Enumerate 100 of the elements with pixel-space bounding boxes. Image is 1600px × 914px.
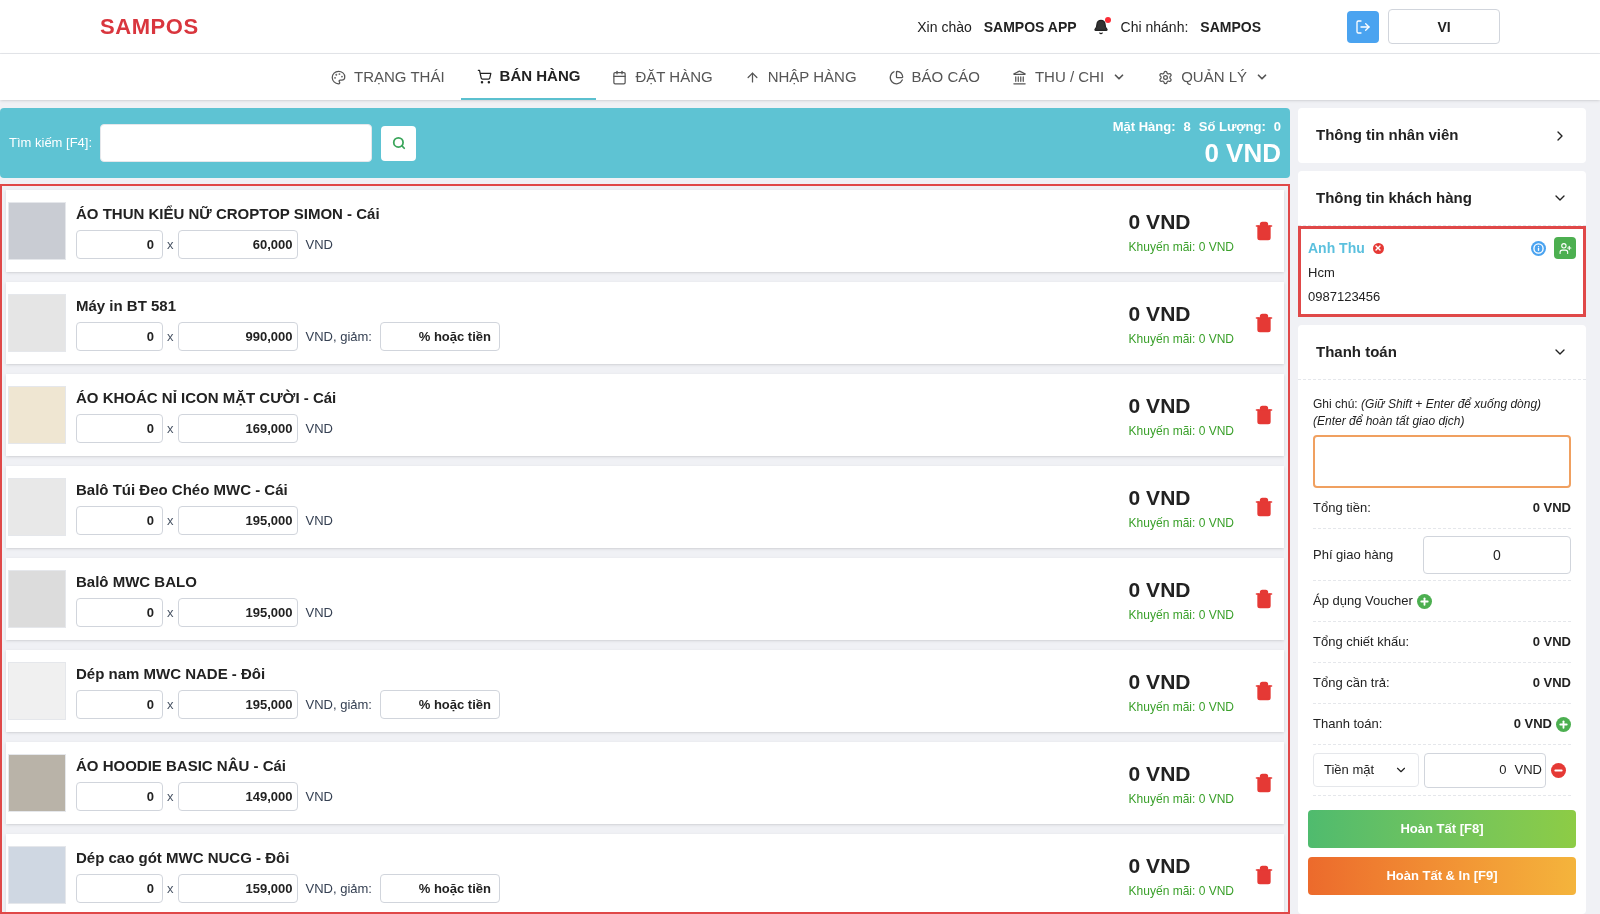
currency-label: VND, giảm: — [305, 328, 372, 346]
quantity-field[interactable]: 0 — [76, 414, 163, 444]
bank-icon — [1011, 69, 1027, 85]
customer-panel-header[interactable]: Thông tin khách hàng — [1298, 171, 1586, 226]
times-sign: x — [167, 328, 174, 346]
price-field[interactable]: 990,000 — [177, 322, 298, 352]
cart-total: 0 VND — [1204, 136, 1281, 169]
remove-icon[interactable] — [1551, 762, 1566, 778]
add-icon[interactable] — [1556, 716, 1571, 732]
promotion-text: Khuyến mãi: 0 VND — [1128, 606, 1234, 624]
currency-label: VND — [305, 512, 333, 530]
nav-tab[interactable]: BÁN HÀNG — [460, 54, 597, 100]
currency-label: VND, giảm: — [305, 696, 372, 714]
items-label: Mặt Hàng: — [1112, 118, 1176, 136]
payment-amount-field[interactable]: 0 VND — [1424, 752, 1546, 788]
app-logo[interactable]: SAMPOS — [100, 10, 199, 43]
quantity-field[interactable]: 0 — [76, 506, 163, 536]
delete-icon[interactable] — [1254, 221, 1274, 241]
discount-field[interactable]: % hoặc tiền — [379, 322, 500, 352]
delete-icon[interactable] — [1254, 405, 1274, 425]
item-total: 0 VND — [1128, 761, 1191, 788]
quantity-field[interactable]: 0 — [76, 322, 163, 352]
times-sign: x — [167, 236, 174, 254]
search-field[interactable] — [100, 124, 373, 162]
delete-icon[interactable] — [1254, 681, 1274, 701]
info-icon[interactable] — [1531, 240, 1546, 256]
remove-icon[interactable] — [1372, 242, 1384, 254]
price-field[interactable]: 60,000 — [177, 230, 298, 260]
currency-label: VND — [305, 236, 333, 254]
price-field[interactable]: 195,000 — [177, 506, 298, 536]
quantity-field[interactable]: 0 — [76, 598, 163, 628]
promotion-text: Khuyến mãi: 0 VND — [1128, 330, 1234, 348]
nav-tab[interactable]: BÁO CÁO — [872, 54, 996, 100]
language-button[interactable]: VI — [1388, 9, 1500, 44]
payment-panel-header[interactable]: Thanh toán — [1298, 325, 1586, 380]
quantity-count: 0 — [1273, 118, 1281, 136]
currency-label: VND — [305, 788, 333, 806]
times-sign: x — [167, 696, 174, 714]
summary-label: Tổng chiết khấu: — [1313, 633, 1410, 652]
quantity-label: Số Lượng: — [1198, 118, 1266, 136]
nav-tab[interactable]: NHẬP HÀNG — [728, 54, 873, 100]
delete-icon[interactable] — [1254, 589, 1274, 609]
nav-tab[interactable]: TRẠNG THÁI — [315, 54, 461, 100]
delete-icon[interactable] — [1254, 773, 1274, 793]
user-name: SAMPOS APP — [983, 17, 1077, 37]
staff-panel-header[interactable]: Thông tin nhân viên — [1298, 108, 1586, 163]
logout-button[interactable] — [1347, 10, 1379, 43]
product-name: Dép cao gót MWC NUCG - Đôi — [76, 847, 291, 868]
item-total: 0 VND — [1128, 301, 1191, 328]
quantity-field[interactable]: 0 — [76, 230, 163, 260]
price-field[interactable]: 195,000 — [177, 598, 298, 628]
nav-tab[interactable]: THU / CHI — [995, 54, 1143, 100]
promotion-text: Khuyến mãi: 0 VND — [1128, 238, 1234, 256]
note-field[interactable] — [1313, 435, 1571, 488]
promotion-text: Khuyến mãi: 0 VND — [1128, 698, 1234, 716]
item-total: 0 VND — [1128, 209, 1191, 236]
summary-value: 0 VND — [1532, 633, 1571, 652]
bell-icon[interactable] — [1092, 18, 1109, 35]
discount-field[interactable]: % hoặc tiền — [379, 690, 500, 720]
product-name: Máy in BT 581 — [76, 295, 178, 316]
promotion-text: Khuyến mãi: 0 VND — [1128, 514, 1234, 532]
times-sign: x — [167, 420, 174, 438]
price-field[interactable]: 195,000 — [177, 690, 298, 720]
times-sign: x — [167, 512, 174, 530]
search-button[interactable] — [381, 125, 417, 161]
promotion-text: Khuyến mãi: 0 VND — [1128, 422, 1234, 440]
nav-tab[interactable]: QUẢN LÝ — [1142, 54, 1285, 100]
summary-value: 0 VND — [1513, 715, 1552, 734]
greeting-text: Xin chào — [917, 17, 972, 37]
quantity-field[interactable]: 0 — [76, 874, 163, 904]
times-sign: x — [167, 788, 174, 806]
photo-placeholder — [8, 570, 66, 628]
price-field[interactable]: 159,000 — [177, 874, 298, 904]
photo-placeholder — [8, 386, 66, 444]
currency-label: VND — [305, 420, 333, 438]
branch-name: SAMPOS — [1200, 17, 1261, 37]
summary-value: 0 VND — [1532, 674, 1571, 693]
summary-label: Phí giao hàng — [1313, 545, 1394, 564]
items-count: 8 — [1183, 118, 1191, 136]
photo-placeholder — [8, 846, 66, 904]
item-total: 0 VND — [1128, 669, 1191, 696]
quantity-field[interactable]: 0 — [76, 782, 163, 812]
logout-icon — [1355, 18, 1371, 35]
product-name: Balô Túi Đeo Chéo MWC - Cái — [76, 479, 289, 500]
photo-placeholder — [8, 478, 66, 536]
add-user-icon[interactable] — [1554, 237, 1576, 259]
discount-field[interactable]: % hoặc tiền — [379, 874, 500, 904]
quantity-field[interactable]: 0 — [76, 690, 163, 720]
photo-placeholder — [8, 662, 66, 720]
price-field[interactable]: 169,000 — [177, 414, 298, 444]
customer-address: Hcm — [1308, 264, 1336, 282]
note-label: Ghi chú: (Giữ Shift + Enter để xuống dòng) (Enter để hoàn tất giao dịch) — [1313, 396, 1543, 430]
price-field[interactable]: 149,000 — [177, 782, 298, 812]
nav-tab[interactable]: ĐẶT HÀNG — [596, 54, 729, 100]
delete-icon[interactable] — [1254, 865, 1274, 885]
shipping-fee-field[interactable]: 0 — [1423, 535, 1571, 574]
delete-icon[interactable] — [1254, 313, 1274, 333]
payment-method-select[interactable]: Tiền mặt — [1313, 753, 1419, 787]
delete-icon[interactable] — [1254, 497, 1274, 517]
add-icon[interactable] — [1416, 593, 1432, 609]
